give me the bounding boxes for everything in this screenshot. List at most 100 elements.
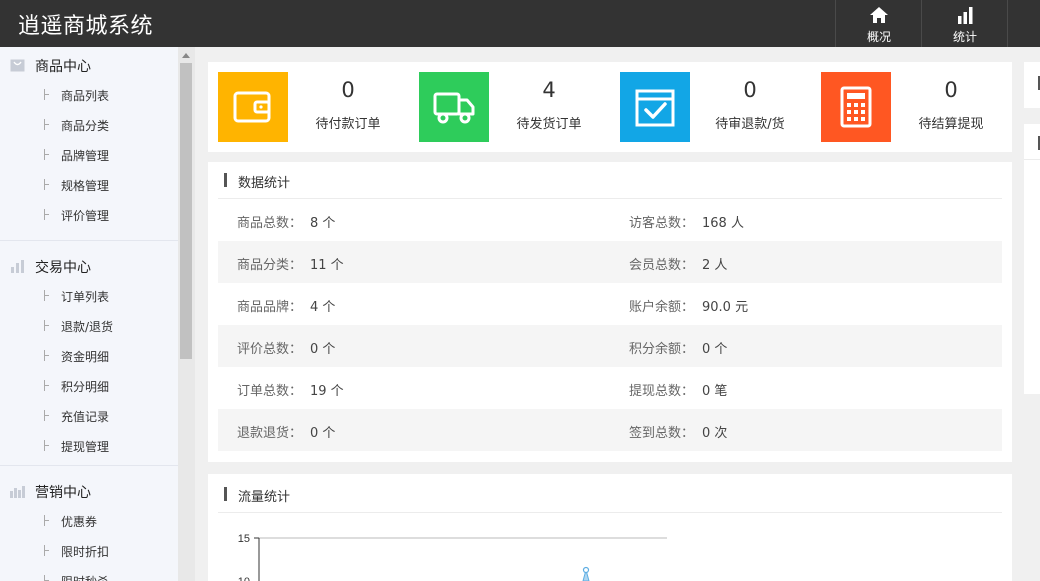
- sidebar-item-withdraw[interactable]: 提现管理: [0, 431, 178, 461]
- sidebar-item-label: 品牌管理: [61, 149, 110, 163]
- section-marker: [224, 487, 227, 501]
- data-stats-title: 数据统计: [238, 176, 291, 191]
- stat-key: 订单总数：: [237, 384, 303, 399]
- stat-value: 0 笔: [702, 384, 728, 399]
- traffic-chart: 15 10: [238, 533, 667, 581]
- sidebar: 商品中心 商品列表 商品分类 品牌管理 规格管理 评价管理 交易中心 订单列表 …: [0, 47, 178, 581]
- nav-overview-label: 概况: [866, 30, 891, 44]
- stat-key: 会员总数：: [629, 258, 695, 273]
- sidebar-item-label: 资金明细: [61, 350, 110, 364]
- sidebar-item-coupons[interactable]: 优惠券: [0, 506, 178, 536]
- sidebar-group-goods[interactable]: 商品中心: [0, 50, 178, 80]
- sidebar-item-label: 商品分类: [61, 119, 110, 133]
- pending-payment-count: 0: [341, 78, 355, 102]
- tree-branch: [44, 440, 51, 451]
- sidebar-item-goods-list[interactable]: 商品列表: [0, 80, 178, 110]
- stat-key: 积分余额：: [629, 342, 695, 357]
- bar-chart-icon: [11, 260, 24, 273]
- wallet-icon: [233, 91, 271, 123]
- stat-value: 90.0 元: [702, 300, 749, 315]
- marketing-chart-icon: [10, 486, 25, 498]
- chart-y-tick-label: 10: [238, 576, 250, 581]
- stats-row: 评价总数： 0 个 积分余额： 0 个: [218, 325, 1002, 367]
- sidebar-item-label: 规格管理: [61, 179, 110, 193]
- stats-row: 商品品牌： 4 个 账户余额： 90.0 元: [218, 283, 1002, 325]
- stat-key: 评价总数：: [237, 342, 303, 357]
- stat-key: 商品品牌：: [237, 300, 303, 315]
- sidebar-group-marketing[interactable]: 营销中心: [0, 476, 178, 506]
- tree-branch: [44, 515, 51, 526]
- bar-chart-icon: [958, 7, 973, 24]
- traffic-title: 流量统计: [238, 490, 291, 505]
- sidebar-item-label: 积分明细: [61, 380, 110, 394]
- stat-value: 168 人: [702, 216, 744, 231]
- pending-settlement-tile[interactable]: [821, 72, 891, 142]
- stat-key: 签到总数：: [629, 426, 695, 441]
- tree-branch: [44, 149, 51, 160]
- sidebar-item-label: 评价管理: [61, 209, 110, 223]
- sidebar-item-label: 商品列表: [61, 89, 110, 103]
- sidebar-item-recharge[interactable]: 充值记录: [0, 401, 178, 431]
- sidebar-item-flash-sale[interactable]: 限时秒杀: [0, 566, 178, 581]
- stat-key: 账户余额：: [629, 300, 695, 315]
- calculator-icon: [840, 86, 872, 128]
- right-panel-card: [1024, 62, 1040, 108]
- stat-value: 4 个: [310, 300, 336, 315]
- pending-settlement-count: 0: [944, 78, 958, 102]
- stat-key: 商品总数：: [237, 216, 303, 231]
- sidebar-item-goods-category[interactable]: 商品分类: [0, 110, 178, 140]
- sidebar-item-refunds[interactable]: 退款/退货: [0, 311, 178, 341]
- nav-overview[interactable]: 概况: [835, 0, 922, 47]
- sidebar-scrollbar[interactable]: [178, 47, 195, 581]
- pending-payment-label: 待付款订单: [315, 117, 381, 132]
- scrollbar-thumb[interactable]: [180, 63, 192, 359]
- pending-shipment-tile[interactable]: [419, 72, 489, 142]
- sidebar-group-label: 营销中心: [35, 485, 91, 501]
- nav-statistics[interactable]: 统计: [921, 0, 1008, 47]
- top-bar: 逍遥商城系统 概况 统计: [0, 0, 1040, 47]
- pending-shipment-label: 待发货订单: [516, 117, 582, 132]
- nav-more[interactable]: [1007, 0, 1040, 47]
- stat-value: 0 次: [702, 426, 728, 441]
- tree-branch: [44, 209, 51, 220]
- sidebar-item-label: 限时折扣: [61, 545, 110, 559]
- app-title: 逍遥商城系统: [18, 14, 154, 39]
- tree-branch: [44, 410, 51, 421]
- sidebar-item-brand[interactable]: 品牌管理: [0, 140, 178, 170]
- truck-icon: [433, 92, 475, 124]
- pending-payment-tile[interactable]: [218, 72, 288, 142]
- scroll-up-arrow-icon[interactable]: [182, 53, 190, 58]
- tree-branch: [44, 320, 51, 331]
- sidebar-item-orders[interactable]: 订单列表: [0, 281, 178, 311]
- stat-key: 退款退货：: [237, 426, 303, 441]
- stat-value: 0 个: [310, 426, 336, 441]
- stats-row: 商品分类： 11 个 会员总数： 2 人: [218, 241, 1002, 283]
- sidebar-item-funds[interactable]: 资金明细: [0, 341, 178, 371]
- summary-card: [208, 62, 1012, 152]
- home-icon: [870, 7, 888, 23]
- sidebar-item-spec[interactable]: 规格管理: [0, 170, 178, 200]
- tree-branch: [44, 179, 51, 190]
- sidebar-item-review[interactable]: 评价管理: [0, 200, 178, 230]
- stat-value: 0 个: [310, 342, 336, 357]
- stat-key: 商品分类：: [237, 258, 303, 273]
- sidebar-group-label: 交易中心: [35, 260, 91, 276]
- tree-branch: [44, 290, 51, 301]
- pending-shipment-count: 4: [542, 78, 556, 102]
- chart-data-point[interactable]: [582, 566, 590, 574]
- pending-refund-count: 0: [743, 78, 757, 102]
- stats-row: 商品总数： 8 个 访客总数： 168 人: [218, 199, 1002, 241]
- tree-branch: [44, 545, 51, 556]
- sidebar-item-points[interactable]: 积分明细: [0, 371, 178, 401]
- pending-refund-tile[interactable]: [620, 72, 690, 142]
- pending-settlement-label: 待结算提现: [918, 117, 984, 132]
- sidebar-item-discount[interactable]: 限时折扣: [0, 536, 178, 566]
- sidebar-item-label: 提现管理: [61, 440, 110, 454]
- tree-branch: [44, 380, 51, 391]
- stats-row: 退款退货： 0 个 签到总数： 0 次: [218, 409, 1002, 451]
- sidebar-group-trade[interactable]: 交易中心: [0, 251, 178, 281]
- chart-y-tick-label: 15: [238, 533, 250, 545]
- sidebar-item-label: 优惠券: [61, 515, 98, 529]
- stat-key: 提现总数：: [629, 384, 695, 399]
- pending-refund-label: 待审退款/货: [715, 117, 785, 132]
